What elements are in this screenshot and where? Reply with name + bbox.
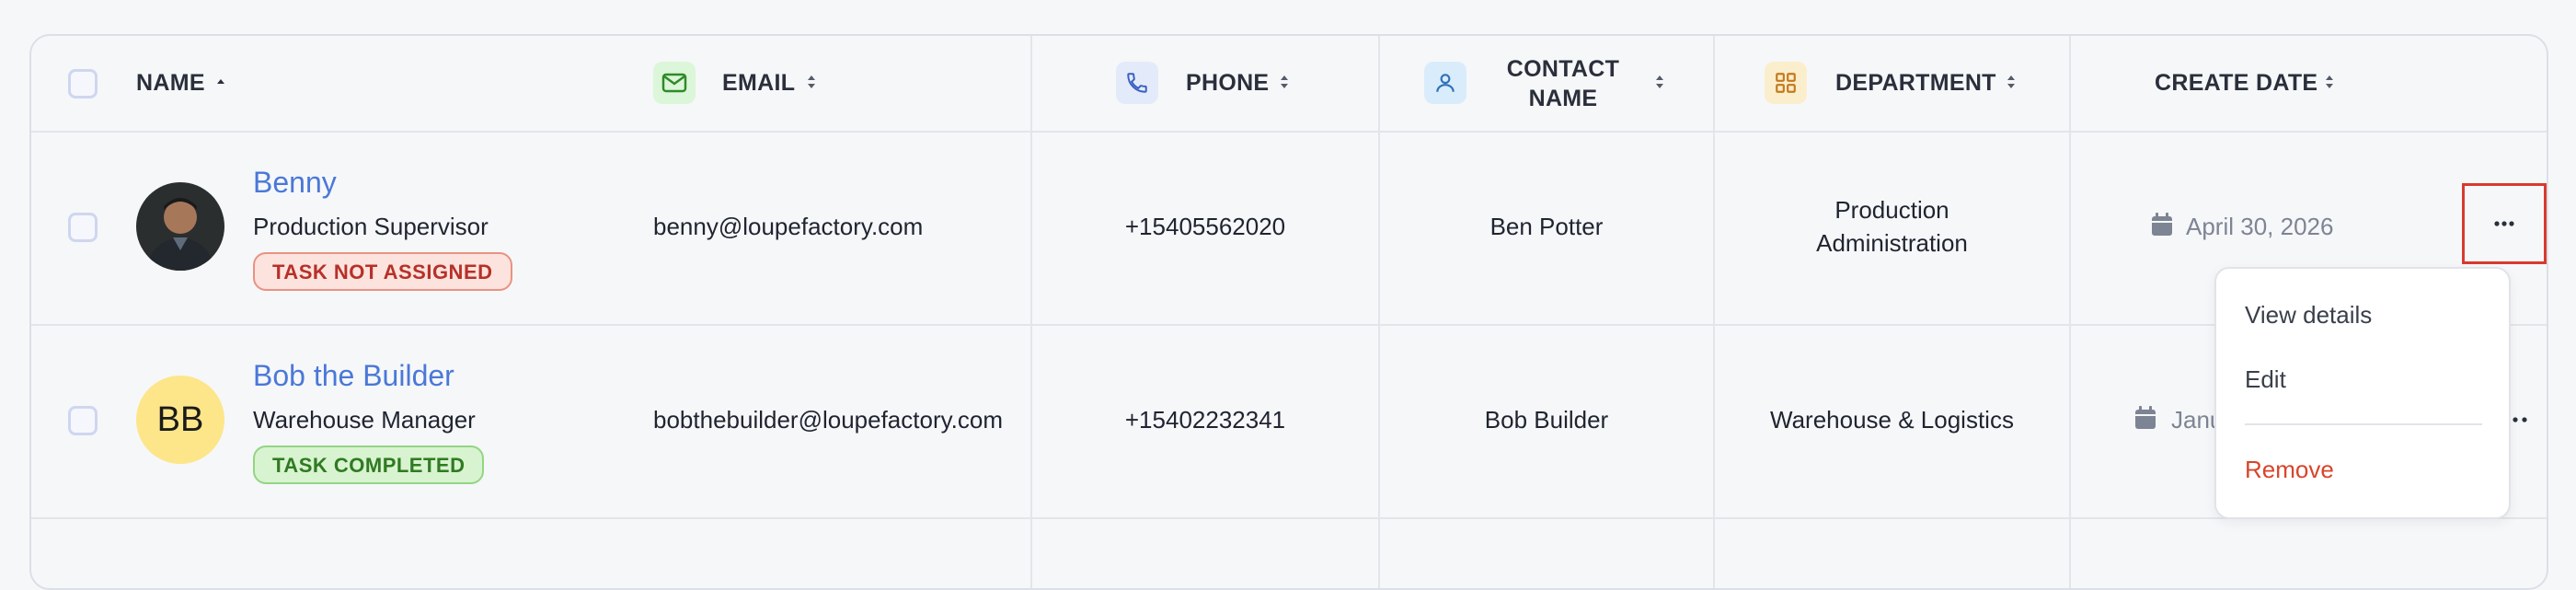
user-name-link[interactable]: Benny (253, 164, 337, 201)
department-line1: Production (1834, 196, 1949, 224)
calendar-icon (2152, 213, 2172, 236)
more-horizontal-icon (2494, 221, 2514, 226)
sort-icon[interactable] (1654, 73, 1665, 91)
user-icon (1424, 62, 1466, 104)
user-role: Warehouse Manager (253, 406, 476, 434)
sort-icon[interactable] (1279, 73, 1290, 91)
column-header-contact-name[interactable]: CONTACT NAME (1503, 54, 1623, 113)
email-cell: bobthebuilder@loupefactory.com (653, 406, 1004, 434)
row-divider (31, 131, 2547, 133)
row-divider (31, 517, 2547, 519)
email-cell: benny@loupefactory.com (653, 213, 924, 240)
column-divider (1713, 36, 1715, 588)
contact-header-line1: CONTACT (1506, 56, 1620, 82)
column-header-department[interactable]: DEPARTMENT (1835, 68, 1996, 98)
sort-ascending-icon[interactable] (215, 74, 226, 92)
avatar: BB (136, 376, 224, 464)
contact-name-cell: Ben Potter (1489, 213, 1604, 240)
department-line2: Administration (1816, 229, 1968, 257)
column-divider (2069, 36, 2071, 588)
status-badge: TASK NOT ASSIGNED (253, 252, 512, 291)
column-divider (1378, 36, 1380, 588)
column-header-phone[interactable]: PHONE (1186, 68, 1269, 98)
menu-item-edit[interactable]: Edit (2245, 363, 2286, 396)
sort-icon[interactable] (2324, 73, 2335, 91)
menu-item-remove[interactable]: Remove (2245, 453, 2334, 486)
row-checkbox[interactable] (68, 406, 98, 435)
create-date-cell: April 30, 2026 (2186, 213, 2334, 240)
row-actions-menu: View details Edit Remove (2214, 267, 2511, 519)
contact-header-line2: NAME (1528, 86, 1598, 111)
calendar-icon (2135, 406, 2156, 429)
row-actions-button[interactable] (2462, 183, 2547, 264)
department-cell: Production Administration (1715, 193, 2069, 260)
sort-icon[interactable] (2006, 73, 2017, 91)
avatar (136, 182, 224, 271)
column-header-name[interactable]: NAME (136, 68, 205, 98)
phone-icon (1116, 62, 1158, 104)
user-role: Production Supervisor (253, 213, 489, 240)
column-divider (1030, 36, 1032, 588)
menu-item-view-details[interactable]: View details (2245, 298, 2372, 331)
row-checkbox[interactable] (68, 213, 98, 242)
phone-cell: +15405562020 (1124, 213, 1286, 240)
row-divider (31, 324, 2547, 326)
mail-icon (653, 62, 696, 104)
sort-icon[interactable] (806, 73, 817, 91)
user-name-link[interactable]: Bob the Builder (253, 357, 454, 394)
contact-name-cell: Bob Builder (1484, 406, 1609, 434)
contacts-table: NAME EMAIL PHONE CONTACT NAME DEPARTMENT… (29, 34, 2548, 590)
column-header-create-date[interactable]: CREATE DATE (2155, 68, 2317, 98)
phone-cell: +15402232341 (1124, 406, 1286, 434)
grid-icon (1765, 62, 1807, 104)
menu-divider (2245, 423, 2482, 425)
column-header-email[interactable]: EMAIL (722, 68, 795, 98)
department-cell: Warehouse & Logistics (1770, 406, 2014, 434)
status-badge: TASK COMPLETED (253, 445, 485, 484)
select-all-checkbox[interactable] (68, 69, 98, 98)
